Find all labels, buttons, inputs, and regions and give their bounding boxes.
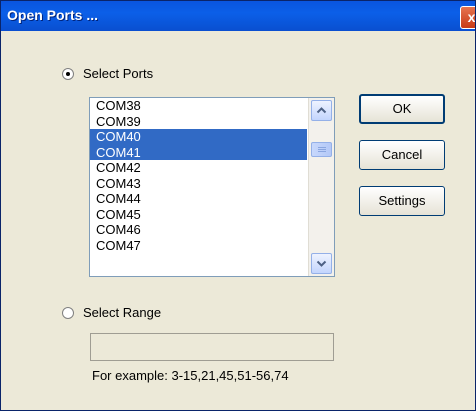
scroll-up-button[interactable] <box>311 100 332 121</box>
list-item[interactable]: COM38 <box>90 98 307 114</box>
list-item[interactable]: COM47 <box>90 238 307 254</box>
select-ports-label[interactable]: Select Ports <box>83 66 153 81</box>
list-item[interactable]: COM39 <box>90 114 307 130</box>
settings-button[interactable]: Settings <box>359 186 445 216</box>
range-input[interactable] <box>90 333 334 361</box>
select-ports-radio[interactable] <box>62 68 74 80</box>
ports-list: COM38 COM39 COM40 COM41 COM42 COM43 COM44 COM45… <box>90 98 307 253</box>
list-item[interactable]: COM46 <box>90 222 307 238</box>
ports-scrollbar[interactable] <box>308 98 334 276</box>
list-item[interactable]: COM42 <box>90 160 307 176</box>
close-icon: x <box>467 9 476 25</box>
chevron-up-icon <box>316 107 327 114</box>
window-title: Open Ports ... <box>7 7 99 23</box>
list-item[interactable]: COM41 <box>90 144 307 160</box>
list-item[interactable]: COM43 <box>90 176 307 192</box>
ports-listbox[interactable]: COM38 COM39 COM40 COM41 COM42 COM43 COM44 COM45… <box>89 97 335 277</box>
list-item[interactable]: COM40 <box>90 129 307 145</box>
list-item[interactable]: COM45 <box>90 207 307 223</box>
scroll-thumb[interactable] <box>311 142 332 157</box>
open-ports-dialog: Open Ports ... x Select Ports COM38 COM39… <box>0 0 476 411</box>
radio-selected-dot <box>66 72 70 76</box>
scroll-down-button[interactable] <box>311 253 332 274</box>
select-range-label[interactable]: Select Range <box>83 305 161 320</box>
ok-button[interactable]: OK <box>359 94 445 124</box>
select-range-radio[interactable] <box>62 307 74 319</box>
range-example-text: For example: 3-15,21,45,51-56,74 <box>92 368 289 383</box>
title-bar[interactable]: Open Ports ... x <box>1 1 476 31</box>
chevron-down-icon <box>316 260 327 267</box>
cancel-button[interactable]: Cancel <box>359 140 445 170</box>
list-item[interactable]: COM44 <box>90 191 307 207</box>
close-button[interactable]: x <box>460 6 476 29</box>
